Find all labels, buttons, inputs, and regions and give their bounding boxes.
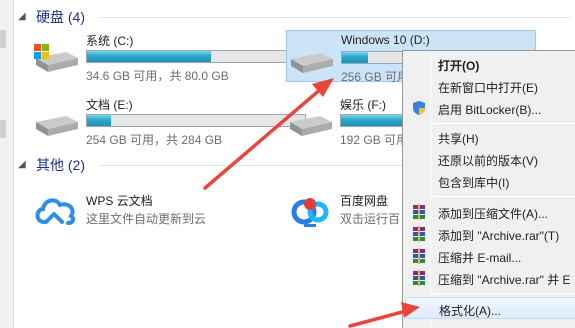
group-title-disks: 硬盘 (4) (36, 9, 85, 25)
collapse-chevron-icon[interactable]: ◢ (18, 160, 28, 170)
usage-fill (342, 52, 369, 63)
hard-drive-icon (291, 53, 333, 73)
usage-fill (87, 51, 212, 62)
winrar-icon (413, 270, 425, 286)
group-title-other: 其他 (2) (36, 157, 85, 173)
drive-name: 系统 (C:) (86, 34, 134, 48)
menu-item-label: 压缩并 E-mail... (438, 251, 522, 265)
drive-name: 文档 (E:) (86, 98, 133, 112)
menu-item-label: 还原以前的版本(V) (438, 154, 538, 168)
menu-item-compress-to-rar-email[interactable]: 压缩到 "Archive.rar" 并 E (405, 267, 575, 289)
wps-cloud-docs[interactable]: WPS 云文档 这里文件自动更新到云 (32, 190, 262, 230)
drive-space: 256 GB 可用 (341, 70, 410, 84)
menu-separator (433, 123, 575, 124)
group-divider (100, 17, 570, 18)
menu-item-label: 包含到库中(I) (438, 176, 510, 190)
nav-marker (0, 120, 6, 138)
navigation-pane-edge (0, 0, 14, 328)
menu-item-label: 添加到 "Archive.rar"(T) (438, 229, 560, 243)
group-header-other[interactable]: ◢ 其他 (2) (18, 156, 85, 174)
hard-drive-icon (36, 116, 78, 136)
system-drive-icon (34, 44, 78, 72)
menu-item-compress-email[interactable]: 压缩并 E-mail... (405, 245, 575, 267)
menu-item-format[interactable]: 格式化(A)... (405, 297, 575, 319)
menu-item-label: 共享(H) (438, 132, 479, 146)
wps-cloud-icon (35, 198, 76, 225)
menu-item-include-in-library[interactable]: 包含到库中(I) (405, 170, 575, 192)
menu-item-label: 打开(O) (438, 59, 480, 73)
menu-item-share[interactable]: 共享(H) (405, 126, 575, 148)
drive-c[interactable]: 系统 (C:) 34.6 GB 可用，共 80.0 GB (32, 30, 306, 83)
menu-item-add-to-archive[interactable]: 添加到压缩文件(A)... (405, 201, 575, 223)
menu-item-label: 添加到压缩文件(A)... (438, 207, 548, 221)
drive-usage-bar (86, 114, 306, 127)
winrar-icon (413, 248, 425, 264)
app-name: WPS 云文档 (86, 194, 153, 208)
drive-name: Windows 10 (D:) (341, 33, 430, 47)
app-description: 这里文件自动更新到云 (86, 212, 207, 226)
menu-item-label: 在新窗口中打开(E) (438, 81, 538, 95)
drive-space: 34.6 GB 可用，共 80.0 GB (86, 69, 229, 83)
drive-name: 娱乐 (F:) (340, 98, 386, 112)
app-name: 百度网盘 (340, 194, 389, 208)
context-menu: 打开(O) 在新窗口中打开(E) 启用 BitLocker(B)... 共享(H… (402, 50, 575, 328)
menu-item-label: 格式化(A)... (439, 304, 501, 318)
shield-icon (413, 101, 425, 115)
baidu-netdisk-icon (291, 198, 329, 227)
drive-usage-bar (86, 50, 306, 63)
nav-marker (0, 30, 6, 48)
drive-space: 254 GB 可用，共 284 GB (86, 133, 223, 147)
menu-separator (433, 293, 575, 294)
menu-item-label: 启用 BitLocker(B)... (438, 103, 542, 117)
drive-e[interactable]: 文档 (E:) 254 GB 可用，共 284 GB (32, 94, 306, 147)
winrar-icon (413, 204, 425, 220)
app-description: 双击运行百 (340, 212, 401, 226)
menu-separator (433, 196, 575, 197)
collapse-chevron-icon[interactable]: ◢ (18, 12, 28, 22)
menu-item-open-new-window[interactable]: 在新窗口中打开(E) (405, 75, 575, 97)
usage-fill (87, 115, 111, 126)
group-header-disks[interactable]: ◢ 硬盘 (4) (18, 8, 85, 26)
winrar-icon (413, 226, 425, 242)
menu-item-add-to-archive-rar[interactable]: 添加到 "Archive.rar"(T) (405, 223, 575, 245)
menu-item-label: 压缩到 "Archive.rar" 并 E (438, 273, 571, 287)
drive-space: 192 GB 可用 (340, 133, 409, 147)
menu-item-open[interactable]: 打开(O) (405, 53, 575, 75)
menu-item-bitlocker[interactable]: 启用 BitLocker(B)... (405, 97, 575, 119)
hard-drive-icon (290, 116, 332, 136)
menu-item-restore-versions[interactable]: 还原以前的版本(V) (405, 148, 575, 170)
